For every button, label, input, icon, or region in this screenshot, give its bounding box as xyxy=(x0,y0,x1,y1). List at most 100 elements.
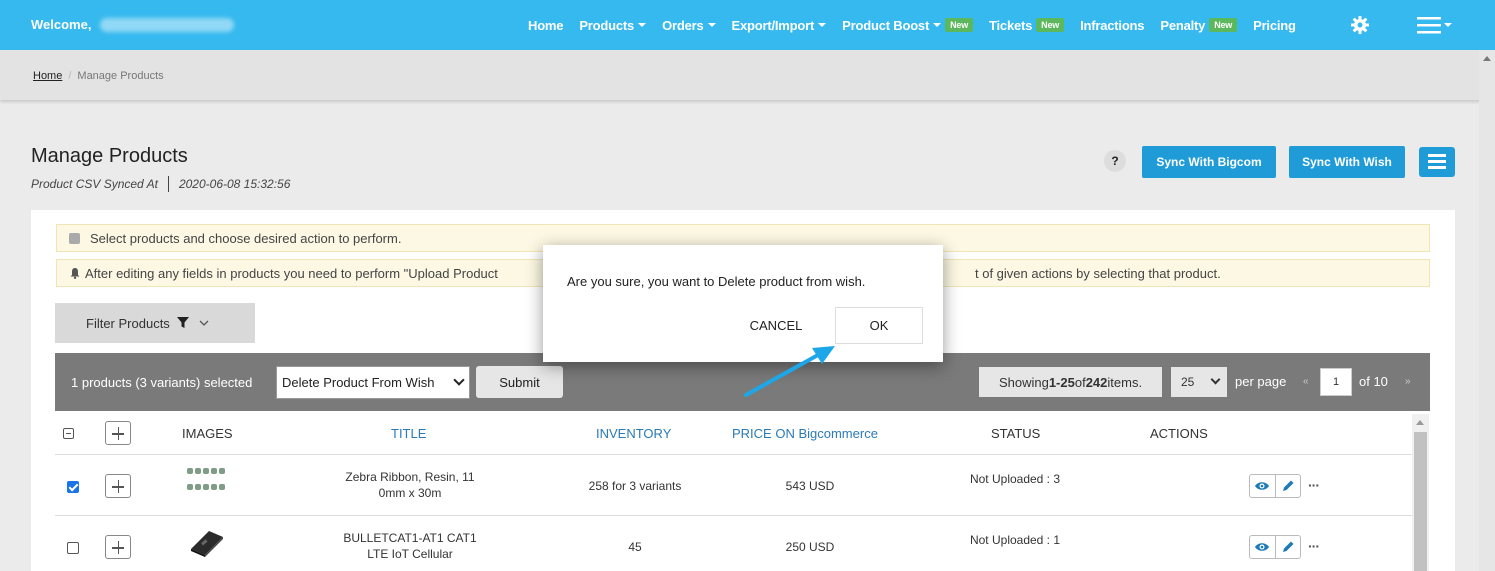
row-select-checkbox[interactable] xyxy=(67,481,79,493)
row-select-checkbox[interactable] xyxy=(67,542,79,554)
help-button[interactable]: ? xyxy=(1104,150,1126,172)
prev-page-button[interactable]: « xyxy=(1303,376,1309,387)
product-image xyxy=(191,531,223,557)
nav-penalty[interactable]: Penalty New xyxy=(1160,17,1238,33)
edit-alert-text: After editing any fields in products you… xyxy=(85,265,498,281)
submit-button[interactable]: Submit xyxy=(476,366,563,398)
nav-tickets[interactable]: Tickets New xyxy=(989,18,1065,33)
row-actions xyxy=(1249,535,1301,559)
hamburger-icon-line xyxy=(1428,154,1446,157)
sync-info: Product CSV Synced At 2020-06-08 15:32:5… xyxy=(31,176,290,192)
eye-icon xyxy=(1255,482,1270,490)
scroll-up-icon[interactable] xyxy=(1483,56,1491,61)
header-price[interactable]: PRICE ON Bigcommerce xyxy=(732,426,878,441)
breadcrumb-home[interactable]: Home xyxy=(33,70,62,82)
per-page-label: per page xyxy=(1235,374,1287,389)
select-alert-text: Select products and choose desired actio… xyxy=(90,230,402,246)
nav-pricing[interactable]: Pricing xyxy=(1253,18,1296,33)
product-title-line: Zebra Ribbon, Resin, 11 xyxy=(345,470,475,484)
gear-icon[interactable] xyxy=(1350,15,1370,35)
redacted-username xyxy=(100,18,234,32)
selection-count: 1 products (3 variants) selected xyxy=(71,375,253,390)
expand-all-button[interactable] xyxy=(105,421,131,445)
sync-wish-button[interactable]: Sync With Wish xyxy=(1289,146,1405,178)
caret-down-icon xyxy=(818,23,827,27)
nav-infractions-label: Infractions xyxy=(1080,17,1145,33)
product-price: 250 USD xyxy=(785,540,835,554)
expand-row-button[interactable] xyxy=(105,474,131,498)
per-page-value: 25 xyxy=(1181,375,1195,389)
showing-prefix: Showing xyxy=(998,374,1049,390)
more-options-icon[interactable]: ··· xyxy=(1308,477,1320,493)
nav-products[interactable]: Products xyxy=(579,17,647,33)
scroll-up-icon[interactable] xyxy=(1416,420,1424,425)
product-inventory: 258 for 3 variants xyxy=(588,479,682,493)
nav-product-boost[interactable]: Product Boost New xyxy=(842,18,973,33)
product-status: Not Uploaded : 1 xyxy=(969,533,1061,547)
showing-items: Showing 1-25 of 242 items. xyxy=(979,367,1162,397)
view-button[interactable] xyxy=(1250,475,1275,497)
nav-penalty-label: Penalty xyxy=(1160,17,1206,33)
caret-down-icon xyxy=(933,23,942,27)
ok-button[interactable]: OK xyxy=(835,307,923,344)
confirm-message: Are you sure, you want to Delete product… xyxy=(567,274,866,289)
hamburger-icon-line xyxy=(1428,166,1446,169)
page-menu-button[interactable] xyxy=(1419,147,1455,177)
nav-product-boost-label: Product Boost xyxy=(842,17,930,33)
view-button[interactable] xyxy=(1250,536,1275,558)
edit-button[interactable] xyxy=(1274,536,1300,558)
showing-range: 1-25 xyxy=(1048,374,1075,390)
expand-row-button[interactable] xyxy=(105,535,131,559)
chevron-down-icon xyxy=(199,320,209,326)
new-badge: New xyxy=(945,18,973,32)
nav-menu: Home Products Orders Export/Import Produ… xyxy=(528,0,1312,50)
header-inventory[interactable]: INVENTORY xyxy=(596,426,671,441)
product-title-line: BULLETCAT1-AT1 CAT1 xyxy=(343,531,477,545)
more-options-icon[interactable]: ··· xyxy=(1308,538,1320,554)
per-page-select[interactable]: 25 xyxy=(1171,367,1227,397)
header-title[interactable]: TITLE xyxy=(391,426,426,441)
nav-products-label: Products xyxy=(579,17,635,33)
bulk-action-select[interactable]: Delete Product From Wish xyxy=(276,366,470,399)
nav-orders-label: Orders xyxy=(662,17,704,33)
page-number-input[interactable]: 1 xyxy=(1320,368,1352,396)
funnel-icon xyxy=(176,317,189,328)
product-price: 543 USD xyxy=(785,479,835,493)
nav-home[interactable]: Home xyxy=(528,18,564,33)
collapse-all-toggle[interactable] xyxy=(63,428,74,439)
annotation-arrow-icon xyxy=(744,346,835,397)
chevron-down-icon xyxy=(1210,374,1221,385)
scroll-thumb[interactable] xyxy=(1414,432,1427,571)
product-status: Not Uploaded : 3 xyxy=(969,472,1061,486)
showing-suffix: items. xyxy=(1107,374,1143,390)
welcome-text: Welcome, xyxy=(31,17,92,32)
nav-export-import[interactable]: Export/Import xyxy=(732,18,827,33)
breadcrumb: Home / Manage Products xyxy=(33,70,164,82)
divider xyxy=(167,176,169,192)
sync-bigcom-button[interactable]: Sync With Bigcom xyxy=(1142,146,1276,178)
top-navbar: Welcome, Home Products Orders Export/Imp… xyxy=(0,0,1495,50)
table-scrollbar[interactable] xyxy=(1412,414,1429,571)
product-title: BULLETCAT1-AT1 CAT1 LTE IoT Cellular xyxy=(330,530,490,562)
new-badge: New xyxy=(1036,18,1065,32)
nav-orders[interactable]: Orders xyxy=(662,17,716,33)
breadcrumb-bar xyxy=(0,50,1495,100)
cancel-button[interactable]: CANCEL xyxy=(734,307,818,343)
chevron-down-icon xyxy=(453,374,465,386)
product-inventory: 45 xyxy=(628,540,642,554)
pencil-icon xyxy=(1282,480,1294,491)
hamburger-icon[interactable] xyxy=(1417,15,1453,35)
page-scrollbar[interactable] xyxy=(1479,50,1495,571)
new-badge: New xyxy=(1209,18,1238,32)
filter-products-button[interactable]: Filter Products xyxy=(55,303,255,343)
row-actions xyxy=(1249,474,1301,498)
bulk-action-value: Delete Product From Wish xyxy=(282,375,435,390)
next-page-button[interactable]: » xyxy=(1405,376,1411,387)
nav-infractions[interactable]: Infractions xyxy=(1080,18,1144,33)
nav-pricing-label: Pricing xyxy=(1253,17,1296,33)
edit-button[interactable] xyxy=(1274,475,1300,497)
header-actions: ACTIONS xyxy=(1150,426,1208,441)
caret-down-icon xyxy=(638,23,647,27)
checkbox-icon xyxy=(69,232,80,244)
product-title-line: 0mm x 30m xyxy=(378,486,442,500)
